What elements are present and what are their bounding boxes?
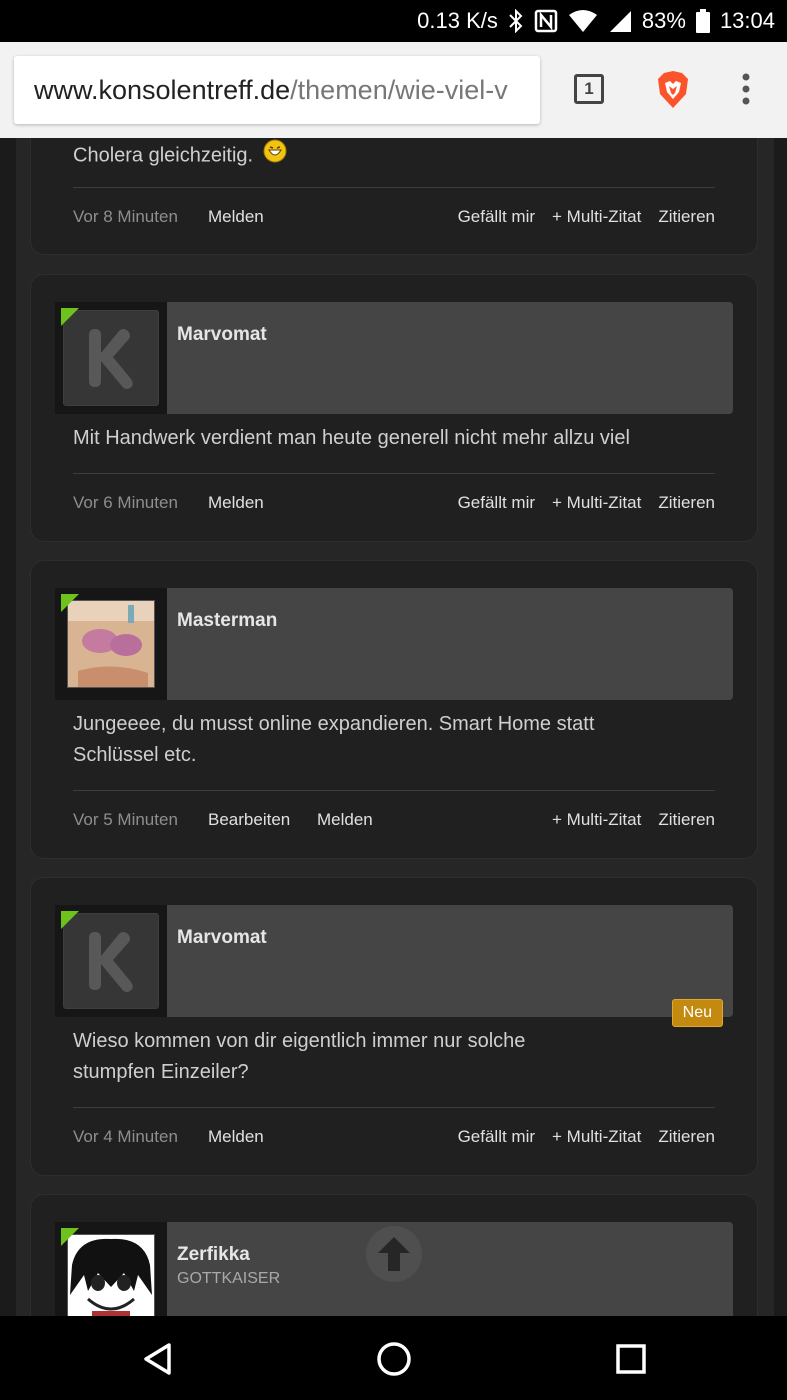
new-post-badge: Neu xyxy=(671,999,723,1027)
thread-content: Cholera gleichzeitig. Vor 8 Minuten Meld… xyxy=(16,138,774,1316)
post-message: Mit Handwerk verdient man heute generell… xyxy=(73,427,630,449)
post: Masterman Jungeeee, du musst online expa… xyxy=(30,560,758,859)
user-info-panel: Marvomat xyxy=(167,905,733,1017)
user-photo-avatar xyxy=(67,1234,155,1316)
post-footer: Vor 5 Minuten Bearbeiten Melden + Multi-… xyxy=(73,810,715,834)
post-footer: Vor 4 Minuten Melden Gefällt mir + Multi… xyxy=(73,1127,715,1151)
brave-shields-icon[interactable] xyxy=(655,70,691,115)
clock: 13:04 xyxy=(719,8,775,33)
quote-link[interactable]: Zitieren xyxy=(658,207,715,227)
back-nav-icon[interactable] xyxy=(142,1342,172,1376)
scroll-to-top-button[interactable] xyxy=(366,1226,422,1282)
like-link[interactable]: Gefällt mir xyxy=(458,1127,535,1147)
avatar[interactable] xyxy=(55,905,167,1017)
post: Marvomat Mit Handwerk verdient man heute… xyxy=(30,274,758,542)
home-nav-icon[interactable] xyxy=(376,1341,412,1377)
system-nav-bar xyxy=(0,1316,787,1400)
post-divider xyxy=(73,1107,715,1108)
url-host: www.konsolentreff.de xyxy=(34,75,291,105)
url-bar[interactable]: www.konsolentreff.de/themen/wie-viel-v xyxy=(14,56,540,124)
post-divider xyxy=(73,473,715,474)
multiquote-link[interactable]: + Multi-Zitat xyxy=(552,207,641,227)
online-indicator xyxy=(61,911,79,929)
multiquote-link[interactable]: + Multi-Zitat xyxy=(552,810,641,830)
post-user-header: Marvomat xyxy=(55,905,733,1017)
laughing-emoji-icon xyxy=(263,139,287,173)
browser-toolbar: www.konsolentreff.de/themen/wie-viel-v 1 xyxy=(0,42,787,138)
bluetooth-icon xyxy=(508,9,524,33)
report-link[interactable]: Melden xyxy=(317,810,373,830)
wifi-icon xyxy=(568,9,598,33)
nfc-icon xyxy=(534,9,558,33)
multiquote-link[interactable]: + Multi-Zitat xyxy=(552,493,641,513)
username[interactable]: Marvomat xyxy=(177,324,267,346)
post-time: Vor 5 Minuten xyxy=(73,810,178,829)
post-message: Jungeeee, du musst online expandieren. S… xyxy=(73,713,595,766)
avatar[interactable] xyxy=(55,1222,167,1316)
signal-icon xyxy=(608,9,632,33)
recents-nav-icon[interactable] xyxy=(616,1344,646,1374)
avatar[interactable] xyxy=(55,302,167,414)
post-user-header: Masterman xyxy=(55,588,733,700)
report-link[interactable]: Melden xyxy=(208,1127,264,1147)
user-photo-avatar xyxy=(67,600,155,688)
user-info-panel: Masterman xyxy=(167,588,733,700)
online-indicator xyxy=(61,594,79,612)
username[interactable]: Masterman xyxy=(177,610,277,632)
post-divider xyxy=(73,187,715,188)
battery-icon xyxy=(695,9,710,33)
multiquote-link[interactable]: + Multi-Zitat xyxy=(552,1127,641,1147)
post-time: Vor 6 Minuten xyxy=(73,493,178,512)
post-time: Vor 8 Minuten xyxy=(73,207,178,226)
like-link[interactable]: Gefällt mir xyxy=(458,493,535,513)
arrow-up-icon xyxy=(378,1237,410,1271)
post-footer: Vor 8 Minuten Melden Gefällt mir + Multi… xyxy=(73,207,715,231)
online-indicator xyxy=(61,308,79,326)
post-partial: Cholera gleichzeitig. Vor 8 Minuten Meld… xyxy=(30,138,758,255)
post-message: Wieso kommen von dir eigentlich immer nu… xyxy=(73,1030,526,1083)
quote-link[interactable]: Zitieren xyxy=(658,810,715,830)
quote-link[interactable]: Zitieren xyxy=(658,493,715,513)
user-title: GOTTKAISER xyxy=(177,1270,281,1287)
username[interactable]: Zerfikka xyxy=(177,1244,250,1266)
tab-switcher-button[interactable]: 1 xyxy=(574,74,604,104)
browser-menu-icon[interactable] xyxy=(740,72,752,111)
post-footer: Vor 6 Minuten Melden Gefällt mir + Multi… xyxy=(73,493,715,517)
edit-link[interactable]: Bearbeiten xyxy=(208,810,290,830)
post-user-header: Marvomat xyxy=(55,302,733,414)
like-link[interactable]: Gefällt mir xyxy=(458,207,535,227)
report-link[interactable]: Melden xyxy=(208,493,264,513)
username[interactable]: Marvomat xyxy=(177,927,267,949)
post: Marvomat Neu Wieso kommen von dir eigent… xyxy=(30,877,758,1176)
status-bar: 0.13 K/s 83% 13:04 xyxy=(0,0,787,42)
post-time: Vor 4 Minuten xyxy=(73,1127,178,1146)
avatar[interactable] xyxy=(55,588,167,700)
post-message: Cholera gleichzeitig. xyxy=(73,139,703,173)
quote-link[interactable]: Zitieren xyxy=(658,1127,715,1147)
user-info-panel: Marvomat xyxy=(167,302,733,414)
post-divider xyxy=(73,790,715,791)
report-link[interactable]: Melden xyxy=(208,207,264,227)
battery-percent: 83% xyxy=(641,8,686,33)
online-indicator xyxy=(61,1228,79,1246)
user-info-panel: Zerfikka GOTTKAISER xyxy=(167,1222,733,1316)
url-path: /themen/wie-viel-v xyxy=(290,75,508,105)
network-speed: 0.13 K/s xyxy=(417,8,498,33)
